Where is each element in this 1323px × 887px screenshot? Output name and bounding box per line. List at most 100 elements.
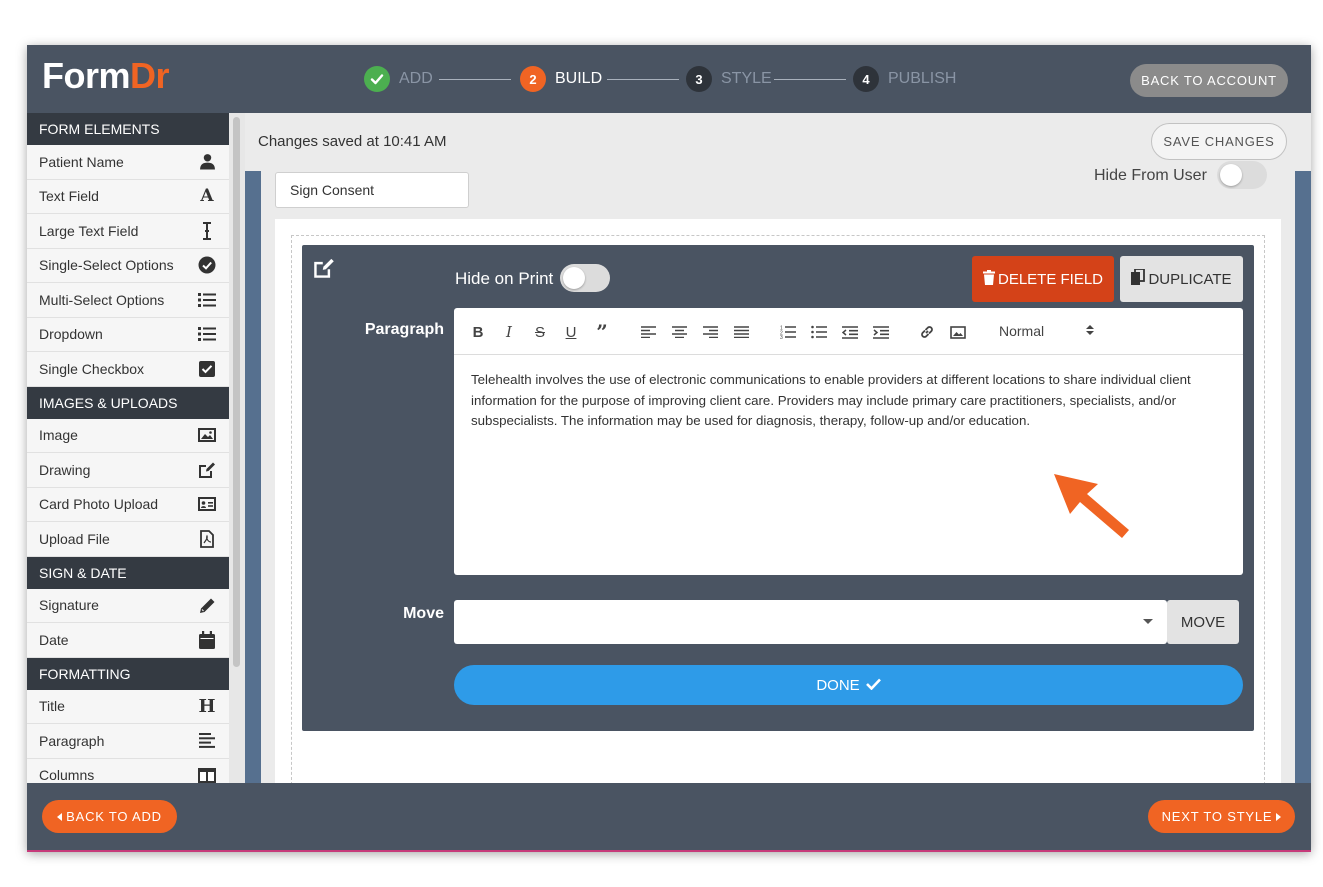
- align-justify-icon[interactable]: [731, 322, 751, 342]
- pencil-icon: [197, 595, 217, 615]
- text-cursor-icon: [197, 221, 217, 241]
- caret-right-icon: [1276, 809, 1282, 824]
- italic-icon[interactable]: I: [499, 322, 519, 342]
- step-style[interactable]: 3 STYLE: [686, 66, 772, 92]
- sidebar-item-patient-name[interactable]: Patient Name: [27, 145, 229, 180]
- done-button[interactable]: DONE: [454, 665, 1243, 705]
- step-add-label: ADD: [399, 70, 433, 87]
- id-card-icon: [197, 494, 217, 514]
- sidebar-item-drawing[interactable]: Drawing: [27, 453, 229, 488]
- align-right-icon[interactable]: [700, 322, 720, 342]
- app-window: FormDr ADD 2 BUILD 3 STYLE 4 PUBLISH BAC…: [27, 45, 1311, 852]
- paragraph-label: Paragraph: [364, 321, 444, 338]
- calendar-icon: [197, 630, 217, 650]
- hide-on-print-label: Hide on Print: [455, 269, 554, 288]
- sidebar-scrollbar-thumb[interactable]: [233, 117, 240, 667]
- step-connector: [774, 79, 846, 80]
- step-connector: [439, 79, 511, 80]
- sidebar-item-columns[interactable]: Columns: [27, 758, 229, 783]
- font-icon: A: [200, 186, 214, 207]
- sort-icon: [1086, 323, 1094, 339]
- check-circle-icon: [197, 255, 217, 275]
- link-icon[interactable]: [917, 322, 937, 342]
- bottom-nav-bar: BACK TO ADD NEXT TO STYLE: [27, 783, 1311, 850]
- sidebar-item-upload-file[interactable]: Upload File: [27, 522, 229, 557]
- sidebar-item-multi-select[interactable]: Multi-Select Options: [27, 283, 229, 318]
- sidebar-item-card-photo-upload[interactable]: Card Photo Upload: [27, 487, 229, 522]
- columns-icon: [197, 765, 217, 783]
- form-name-input[interactable]: Sign Consent: [275, 172, 469, 208]
- text-format-select[interactable]: Normal: [999, 323, 1094, 339]
- section-formatting: FORMATTING: [27, 657, 229, 690]
- section-form-elements: FORM ELEMENTS: [27, 113, 229, 145]
- pdf-file-icon: [197, 529, 217, 549]
- sidebar-item-single-select[interactable]: Single-Select Options: [27, 248, 229, 283]
- move-label: Move: [403, 605, 444, 622]
- move-position-select[interactable]: [454, 600, 1167, 644]
- svg-text:3: 3: [780, 335, 783, 339]
- step-publish-label: PUBLISH: [888, 70, 957, 87]
- step-style-label: STYLE: [721, 70, 772, 87]
- paragraph-text[interactable]: Telehealth involves the use of electroni…: [471, 370, 1231, 432]
- align-center-icon[interactable]: [669, 322, 689, 342]
- blockquote-icon[interactable]: ”: [592, 320, 612, 344]
- step-style-number: 3: [686, 66, 712, 92]
- form-elements-sidebar: FORM ELEMENTS Patient Name Text Field A …: [27, 113, 229, 783]
- step-build-label: BUILD: [555, 70, 603, 87]
- back-to-add-button[interactable]: BACK TO ADD: [42, 800, 177, 833]
- back-to-account-button[interactable]: BACK TO ACCOUNT: [1130, 64, 1288, 97]
- outdent-icon[interactable]: [840, 322, 860, 342]
- trash-icon: [982, 269, 995, 289]
- list-icon: [197, 290, 217, 310]
- copy-icon: [1131, 268, 1146, 289]
- toggle-knob: [563, 267, 585, 289]
- hide-from-user-toggle[interactable]: [1217, 161, 1267, 189]
- sidebar-item-dropdown[interactable]: Dropdown: [27, 317, 229, 352]
- step-publish[interactable]: 4 PUBLISH: [853, 66, 956, 92]
- delete-field-button[interactable]: DELETE FIELD: [972, 256, 1114, 302]
- bullet-list-icon[interactable]: [809, 322, 829, 342]
- form-frame-right: [1295, 171, 1311, 783]
- list-icon: [197, 324, 217, 344]
- formdr-logo[interactable]: FormDr: [42, 55, 170, 97]
- section-sign-date: SIGN & DATE: [27, 556, 229, 589]
- sidebar-item-large-text-field[interactable]: Large Text Field: [27, 214, 229, 249]
- step-build-number: 2: [520, 66, 546, 92]
- top-header: FormDr ADD 2 BUILD 3 STYLE 4 PUBLISH BAC…: [27, 45, 1311, 113]
- sidebar-item-signature[interactable]: Signature: [27, 588, 229, 623]
- save-changes-button[interactable]: SAVE CHANGES: [1151, 123, 1287, 160]
- hide-on-print-toggle[interactable]: [560, 264, 610, 292]
- section-images-uploads: IMAGES & UPLOADS: [27, 386, 229, 419]
- check-icon: [865, 677, 881, 694]
- sidebar-item-paragraph[interactable]: Paragraph: [27, 724, 229, 759]
- chevron-down-icon: [1143, 619, 1153, 624]
- ordered-list-icon[interactable]: 123: [778, 322, 798, 342]
- image-icon[interactable]: [948, 322, 968, 342]
- pointer-arrow-icon: [1054, 474, 1129, 538]
- next-to-style-button[interactable]: NEXT TO STYLE: [1148, 800, 1295, 833]
- step-connector: [607, 79, 679, 80]
- align-left-icon[interactable]: [638, 322, 658, 342]
- indent-icon[interactable]: [871, 322, 891, 342]
- sidebar-item-title[interactable]: Title H: [27, 689, 229, 724]
- sidebar-item-image[interactable]: Image: [27, 418, 229, 453]
- duplicate-button[interactable]: DUPLICATE: [1120, 256, 1243, 302]
- hide-from-user-label: Hide From User: [1094, 167, 1207, 184]
- sidebar-item-single-checkbox[interactable]: Single Checkbox: [27, 352, 229, 387]
- sidebar-item-date[interactable]: Date: [27, 623, 229, 658]
- form-frame-left: [245, 171, 261, 783]
- form-builder-area: Changes saved at 10:41 AM SAVE CHANGES S…: [245, 113, 1311, 783]
- strikethrough-icon[interactable]: S: [530, 322, 550, 342]
- align-left-icon: [197, 731, 217, 751]
- step-build[interactable]: 2 BUILD: [520, 66, 602, 92]
- move-button[interactable]: MOVE: [1167, 600, 1239, 644]
- bold-icon[interactable]: B: [468, 322, 488, 342]
- check-icon: [364, 66, 390, 92]
- step-add[interactable]: ADD: [364, 66, 433, 92]
- sidebar-item-text-field[interactable]: Text Field A: [27, 179, 229, 214]
- user-icon: [197, 152, 217, 172]
- edit-icon[interactable]: [313, 257, 335, 284]
- image-icon: [197, 425, 217, 445]
- underline-icon[interactable]: U: [561, 322, 581, 342]
- checkbox-icon: [197, 359, 217, 379]
